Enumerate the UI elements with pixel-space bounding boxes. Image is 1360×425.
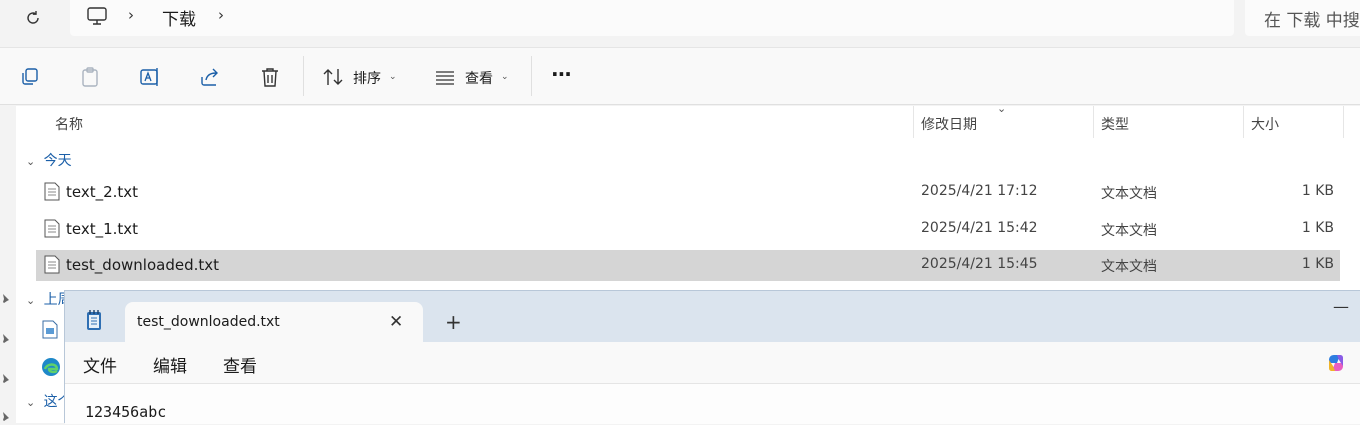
- column-divider[interactable]: [1343, 106, 1344, 138]
- file-type: 文本文档: [1101, 259, 1157, 275]
- notepad-tab[interactable]: test_downloaded.txt ✕: [125, 302, 423, 342]
- file-row[interactable]: text_2.txt 2025/4/21 17:12 文本文档 1 KB: [36, 177, 1340, 208]
- column-header-size[interactable]: 大小: [1251, 114, 1279, 134]
- document-text: 123456abc: [85, 403, 167, 421]
- paste-icon[interactable]: [79, 66, 101, 88]
- column-divider[interactable]: [1243, 106, 1244, 138]
- refresh-icon[interactable]: [22, 8, 44, 28]
- text-file-icon: [44, 182, 60, 205]
- chevron-down-icon[interactable]: ⌄: [389, 72, 397, 82]
- sort-button[interactable]: 排序: [353, 68, 381, 88]
- notepad-tab-bar: test_downloaded.txt ✕ + —: [65, 291, 1360, 342]
- file-row[interactable]: text_1.txt 2025/4/21 15:42 文本文档 1 KB: [36, 214, 1340, 245]
- column-header-type[interactable]: 类型: [1101, 114, 1129, 134]
- column-header-date[interactable]: 修改日期: [921, 114, 977, 134]
- copy-icon[interactable]: [19, 66, 41, 88]
- breadcrumb-downloads[interactable]: 下载: [162, 5, 196, 30]
- new-tab-button[interactable]: +: [445, 310, 462, 334]
- file-date: 2025/4/21 15:45: [921, 256, 1038, 272]
- group-label: 今天: [43, 153, 72, 169]
- file-size: 1 KB: [1301, 183, 1334, 199]
- navigation-pane: [0, 106, 16, 423]
- menu-edit[interactable]: 编辑: [153, 352, 187, 377]
- view-button[interactable]: 查看: [465, 68, 493, 88]
- sort-indicator-icon: ⌄: [997, 102, 1007, 115]
- file-size: 1 KB: [1301, 256, 1334, 272]
- toolbar-separator: [303, 56, 304, 96]
- address-row: › 下载 › 在 下载 中搜: [0, 0, 1360, 46]
- computer-icon[interactable]: [86, 6, 108, 30]
- address-bar[interactable]: › 下载 ›: [70, 0, 1234, 36]
- chevron-right-icon[interactable]: ›: [218, 6, 224, 24]
- file-name: test_downloaded.txt: [66, 256, 219, 274]
- pin-icon[interactable]: [0, 288, 10, 303]
- tab-title: test_downloaded.txt: [137, 314, 280, 330]
- minimize-button[interactable]: —: [1333, 297, 1349, 316]
- file-name: text_2.txt: [66, 183, 139, 201]
- view-icon[interactable]: [434, 66, 456, 88]
- chevron-down-icon[interactable]: ⌄: [501, 72, 509, 82]
- search-input[interactable]: 在 下载 中搜: [1245, 0, 1360, 36]
- notepad-window: test_downloaded.txt ✕ + — 文件 编辑 查看 12345…: [64, 290, 1360, 424]
- text-file-icon: [44, 255, 60, 278]
- notepad-menu-bar: 文件 编辑 查看: [65, 342, 1360, 384]
- file-type: 文本文档: [1101, 186, 1157, 202]
- file-date: 2025/4/21 17:12: [921, 183, 1038, 199]
- search-placeholder: 在 下载 中搜: [1264, 11, 1360, 31]
- file-name: text_1.txt: [66, 220, 139, 238]
- pin-icon[interactable]: [0, 368, 10, 383]
- column-divider[interactable]: [1093, 106, 1094, 138]
- image-file-icon[interactable]: [42, 320, 58, 343]
- column-header-name[interactable]: 名称: [55, 114, 83, 134]
- pin-icon[interactable]: [0, 406, 10, 421]
- notepad-text-area[interactable]: 123456abc: [65, 384, 1360, 424]
- file-type: 文本文档: [1101, 223, 1157, 239]
- edge-icon[interactable]: [40, 356, 62, 382]
- pin-icon[interactable]: [0, 328, 10, 343]
- group-header-today[interactable]: ⌄ 今天: [26, 150, 72, 170]
- close-icon[interactable]: ✕: [389, 312, 403, 332]
- text-file-icon: [44, 219, 60, 242]
- rename-icon[interactable]: [139, 66, 161, 88]
- chevron-down-icon: ⌄: [26, 396, 36, 409]
- more-options-button[interactable]: ···: [551, 62, 572, 86]
- menu-file[interactable]: 文件: [83, 352, 117, 377]
- command-bar: 排序 ⌄ 查看 ⌄ ···: [0, 47, 1360, 105]
- file-date: 2025/4/21 15:42: [921, 220, 1038, 236]
- share-icon[interactable]: [199, 66, 221, 88]
- chevron-right-icon[interactable]: ›: [128, 6, 134, 24]
- delete-icon[interactable]: [259, 66, 281, 88]
- notepad-app-icon: [85, 309, 103, 335]
- chevron-down-icon: ⌄: [26, 155, 36, 168]
- chevron-down-icon: ⌄: [26, 294, 36, 307]
- menu-view[interactable]: 查看: [223, 352, 257, 377]
- file-row-selected[interactable]: test_downloaded.txt 2025/4/21 15:45 文本文档…: [36, 250, 1340, 281]
- column-divider[interactable]: [913, 106, 914, 138]
- sort-icon[interactable]: [322, 66, 344, 88]
- copilot-icon[interactable]: [1325, 352, 1347, 378]
- toolbar-separator: [531, 56, 532, 96]
- file-size: 1 KB: [1301, 220, 1334, 236]
